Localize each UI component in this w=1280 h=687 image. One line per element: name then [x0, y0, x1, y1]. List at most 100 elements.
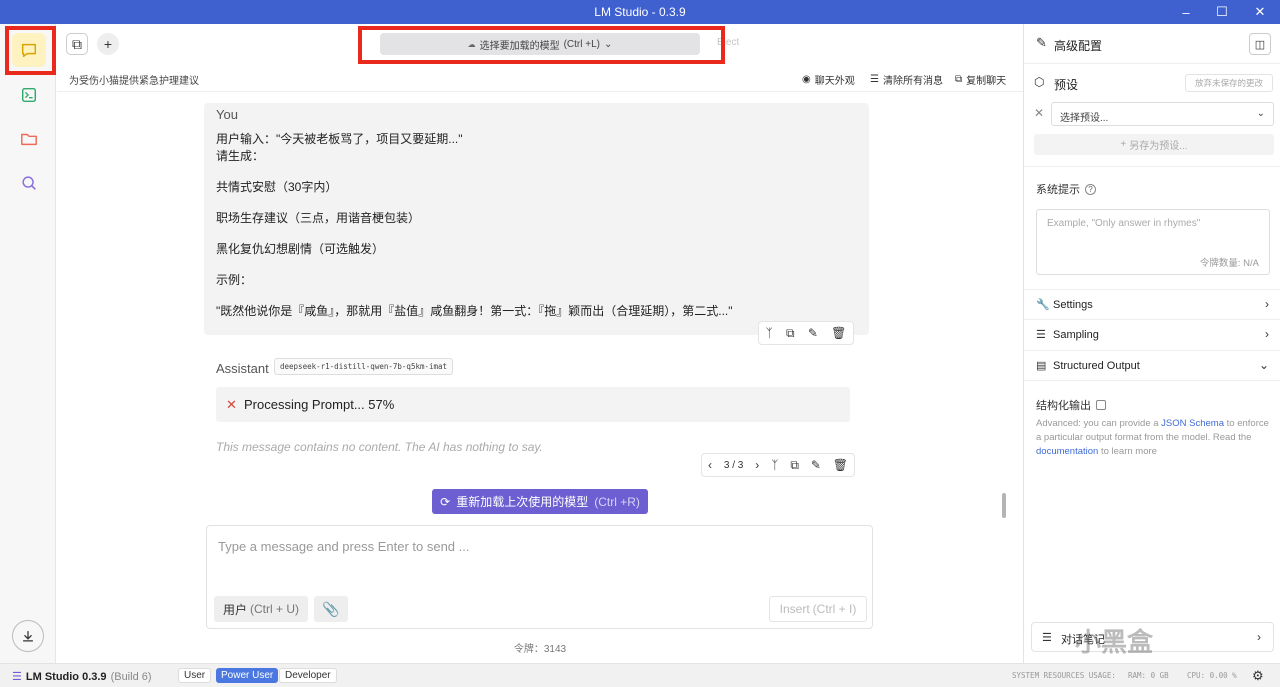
structured-output-section[interactable]: ▤ Structured Output ⌄ [1024, 350, 1280, 380]
edit-icon[interactable]: ✎ [811, 458, 821, 472]
copy-chat-button[interactable]: ⧉ 复制聊天 [955, 72, 1006, 87]
delete-icon[interactable]: 🗑 [831, 326, 846, 340]
chat-subheader: 为受伤小猫提供紧急护理建议 ◉ 聊天外观 ☰ 清除所有消息 ⧉ 复制聊天 [57, 64, 1023, 92]
eject-button[interactable]: Eject [717, 37, 739, 48]
save-as-preset-button[interactable]: + 另存为预设... [1034, 134, 1274, 155]
branch-icon[interactable]: ᛉ [771, 458, 778, 472]
assistant-model-tag: deepseek-r1-distill-qwen-7b-q5km-imat [274, 358, 454, 375]
clear-icon: ☰ [870, 74, 879, 85]
copy-icon[interactable]: ⧉ [786, 326, 795, 341]
preset-select: ✕ 选择预设... ⌄ [1034, 102, 1274, 126]
watermark-logo: 小黑盒 [1075, 627, 1154, 657]
maximize-button[interactable]: ☐ [1204, 0, 1240, 24]
chat-appearance-button[interactable]: ◉ 聊天外观 [802, 72, 855, 87]
assistant-message-actions: ‹ 3 / 3 › ᛉ ⧉ ✎ 🗑 [701, 453, 855, 477]
new-folder-icon[interactable]: ⧉ [66, 33, 88, 55]
lm-studio-logo-icon: ☰ [12, 671, 22, 683]
sampling-section[interactable]: ☰ Sampling › [1024, 319, 1280, 349]
ram-usage: RAM: 0 GB [1128, 671, 1169, 680]
chevron-right-icon[interactable]: › [755, 458, 759, 472]
cube-icon: ⬡ [1034, 75, 1045, 89]
mode-developer-button[interactable]: Developer [279, 668, 337, 683]
preset-dropdown[interactable]: 选择预设... ⌄ [1051, 102, 1274, 126]
discard-changes-button[interactable]: 放弃未保存的更改 [1185, 74, 1273, 92]
panel-title: 高级配置 [1054, 39, 1103, 53]
clear-preset-icon[interactable]: ✕ [1034, 106, 1044, 120]
window-title: LM Studio - 0.3.9 [594, 5, 686, 19]
search-icon[interactable] [12, 166, 46, 200]
user-message-line: "既然他说你是『咸鱼』，那就用『盐值』咸鱼翻身！第一式：『拖』颖而出（合理延期）… [216, 304, 733, 318]
delete-icon[interactable]: 🗑 [833, 458, 848, 472]
left-rail [0, 24, 56, 663]
documentation-link[interactable]: documentation [1036, 446, 1098, 457]
user-role-label: You [216, 107, 238, 122]
settings-section[interactable]: 🔧 Settings › [1024, 289, 1280, 319]
chat-scrollbar[interactable] [1002, 493, 1006, 518]
chevron-right-icon: › [1265, 297, 1269, 311]
user-message-line: 共情式安慰（30字内） [216, 180, 338, 194]
branch-icon[interactable]: ᛉ [766, 326, 773, 340]
palette-icon: ◉ [802, 74, 811, 85]
clear-messages-button[interactable]: ☰ 清除所有消息 [870, 72, 943, 87]
structured-output-checkbox-row[interactable]: 结构化输出 [1036, 397, 1106, 413]
chat-toolbar: ⧉ + ☁ 选择要加载的模型 (Ctrl +L) ⌄ Eject [57, 24, 1023, 64]
chevron-left-icon[interactable]: ‹ [708, 458, 712, 472]
advanced-config-panel: ✎ 高级配置 ◫ ⬡ 预设 放弃未保存的更改 ✕ 选择预设... ⌄ + 另存为… [1023, 24, 1280, 663]
gear-icon[interactable]: ⚙ [1252, 668, 1264, 684]
system-prompt-label: 系统提示 ? [1036, 181, 1096, 197]
insert-button[interactable]: Insert (Ctrl + I) [769, 596, 867, 622]
title-bar: LM Studio - 0.3.9 – ☐ ✕ [0, 0, 1280, 24]
copy-icon[interactable]: ⧉ [790, 458, 799, 473]
structured-output-checkbox[interactable] [1096, 400, 1106, 410]
preset-label: 预设 [1054, 78, 1079, 92]
chat-messages: You 用户输入："今天被老板骂了，项目又要延期..." 请生成： 共情式安慰（… [57, 93, 1023, 663]
mode-power-user-button[interactable]: Power User [216, 668, 279, 683]
system-prompt-title: 系统提示 [1036, 184, 1080, 196]
new-chat-plus-icon[interactable]: + [97, 33, 119, 55]
user-message-actions: ᛉ ⧉ ✎ 🗑 [758, 321, 854, 345]
copy-icon: ⧉ [955, 74, 963, 85]
message-composer[interactable]: Type a message and press Enter to send .… [206, 525, 873, 629]
json-schema-link[interactable]: JSON Schema [1161, 418, 1224, 429]
chevron-down-icon: ⌄ [1258, 358, 1269, 372]
chat-icon[interactable] [12, 33, 46, 67]
collapse-panel-icon[interactable]: ◫ [1249, 33, 1271, 55]
terminal-icon[interactable] [12, 78, 46, 112]
minimize-button[interactable]: – [1168, 0, 1204, 24]
mode-user-button[interactable]: User [178, 668, 212, 683]
role-toggle-button[interactable]: 用户 (Ctrl + U) [214, 596, 308, 622]
close-button[interactable]: ✕ [1242, 0, 1278, 24]
reload-model-button[interactable]: ⟳ 重新加载上次使用的模型 (Ctrl +R) [432, 489, 648, 514]
system-prompt-token-count: 令牌数量: N/A [1199, 258, 1259, 269]
edit-icon[interactable]: ✎ [808, 326, 818, 340]
chat-title: 为受伤小猫提供紧急护理建议 [69, 76, 199, 87]
cancel-x-icon[interactable]: ✕ [226, 397, 237, 413]
flask-icon: ✎ [1036, 35, 1047, 50]
help-icon[interactable]: ? [1085, 183, 1096, 195]
preset-dropdown-value: 选择预设... [1060, 113, 1109, 124]
app-brand: ☰ LM Studio 0.3.9 (Build 6) [12, 670, 152, 684]
processing-text: Processing Prompt... 57% [244, 397, 395, 412]
chevron-right-icon: › [1265, 327, 1269, 341]
user-message-line: 用户输入："今天被老板骂了，项目又要延期..." [216, 132, 463, 146]
chat-appearance-label: 聊天外观 [814, 76, 855, 87]
user-message-line: 黑化复仇幻想剧情（可选触发） [216, 242, 385, 256]
model-select-shortcut: (Ctrl +L) [563, 38, 600, 50]
folder-icon[interactable] [12, 122, 46, 156]
user-message: You 用户输入："今天被老板骂了，项目又要延期..." 请生成： 共情式安慰（… [204, 103, 869, 335]
divider [1024, 166, 1280, 167]
message-input-placeholder[interactable]: Type a message and press Enter to send .… [218, 539, 469, 554]
attach-paperclip-icon[interactable]: 📎 [314, 596, 348, 622]
desc-text: Advanced: you can provide a [1036, 418, 1162, 429]
chevron-down-icon: ⌄ [1256, 108, 1265, 119]
resources-label: SYSTEM RESOURCES USAGE: [1012, 671, 1116, 680]
system-prompt-input[interactable]: Example, "Only answer in rhymes" 令牌数量: N… [1036, 209, 1270, 275]
structured-output-description: Advanced: you can provide a JSON Schema … [1036, 417, 1272, 459]
download-icon[interactable] [12, 620, 44, 652]
insert-shortcut: (Ctrl + I) [812, 602, 857, 616]
chevron-down-icon: ⌄ [604, 38, 613, 50]
notes-icon: ☰ [1042, 632, 1052, 644]
model-select-dropdown[interactable]: ☁ 选择要加载的模型 (Ctrl +L) ⌄ [380, 33, 700, 55]
user-message-line: 职场生存建议（三点，用谐音梗包装） [216, 211, 421, 225]
no-content-message: This message contains no content. The AI… [216, 440, 543, 454]
